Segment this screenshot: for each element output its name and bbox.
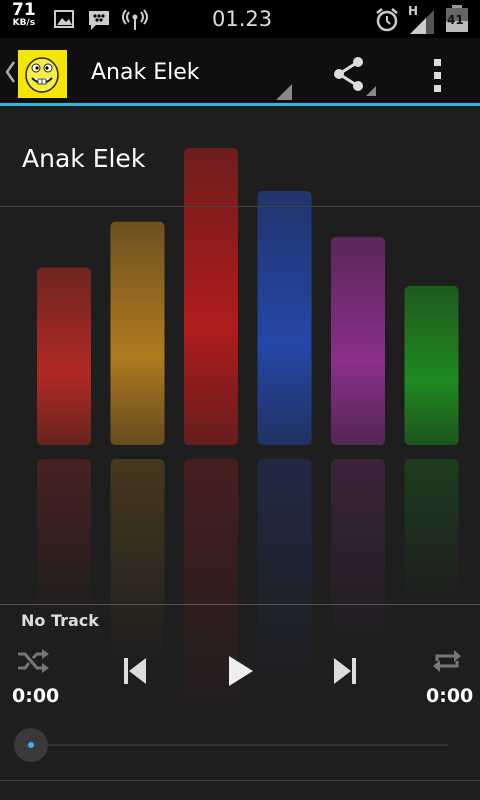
visualizer-bar: [257, 191, 312, 445]
play-icon[interactable]: [226, 654, 256, 688]
speed-unit: KB/s: [12, 18, 36, 28]
battery-icon: 41: [444, 5, 472, 33]
visualizer-bar-reflection: [404, 459, 459, 603]
player-area: Anak Elek No Track 0:00 0:00: [0, 108, 480, 800]
visualizer-bar: [331, 236, 385, 445]
song-title: Anak Elek: [22, 144, 146, 173]
controls-divider: [0, 604, 480, 605]
share-icon: [334, 57, 376, 96]
clock: 01.23: [212, 7, 273, 31]
title-divider: [0, 206, 480, 207]
bottom-divider: [0, 780, 480, 781]
repeat-icon[interactable]: [432, 648, 462, 674]
status-bar: 71 KB/s 01.23 H 41: [0, 0, 480, 38]
visualizer-bar: [110, 221, 165, 445]
wireless-icon: [122, 9, 148, 30]
elapsed-time: 0:00: [12, 685, 60, 707]
equalizer-visualizer: [37, 148, 459, 727]
visualizer-bar: [37, 267, 91, 445]
back-chevron-icon[interactable]: [4, 60, 16, 84]
more-vert-icon: [434, 59, 441, 92]
alarm-icon: [376, 8, 398, 32]
smiley-logo-icon: [25, 57, 59, 93]
seek-thumb[interactable]: [14, 728, 48, 762]
visualizer-bar-reflection: [37, 459, 91, 619]
visualizer-bar: [184, 148, 238, 445]
track-label: No Track: [21, 611, 99, 630]
visualizer-bar-reflection: [331, 459, 385, 647]
shuffle-icon[interactable]: [16, 648, 50, 674]
action-bar-accent-line: [0, 103, 480, 106]
visualizer-bar: [404, 285, 459, 445]
gallery-icon: [54, 10, 74, 28]
action-bar-title[interactable]: Anak Elek: [91, 60, 200, 85]
visualizer-bar-reflection: [110, 459, 165, 661]
action-bar: Anak Elek: [0, 38, 480, 106]
app-logo[interactable]: [18, 50, 67, 98]
speed-value: 71: [12, 0, 36, 20]
share-button[interactable]: [330, 54, 378, 98]
seek-bar[interactable]: [32, 744, 448, 746]
overflow-menu-button[interactable]: [424, 54, 452, 98]
network-speed: 71 KB/s: [12, 2, 36, 28]
bbm-icon: [89, 11, 109, 30]
spinner-indicator-icon[interactable]: [276, 84, 292, 100]
signal-icon: [410, 10, 434, 34]
battery-level: 41: [447, 13, 464, 27]
duration-time: 0:00: [426, 685, 474, 707]
visualizer-bar-reflection: [257, 459, 312, 688]
previous-track-icon[interactable]: [122, 656, 148, 686]
next-track-icon[interactable]: [332, 656, 358, 686]
